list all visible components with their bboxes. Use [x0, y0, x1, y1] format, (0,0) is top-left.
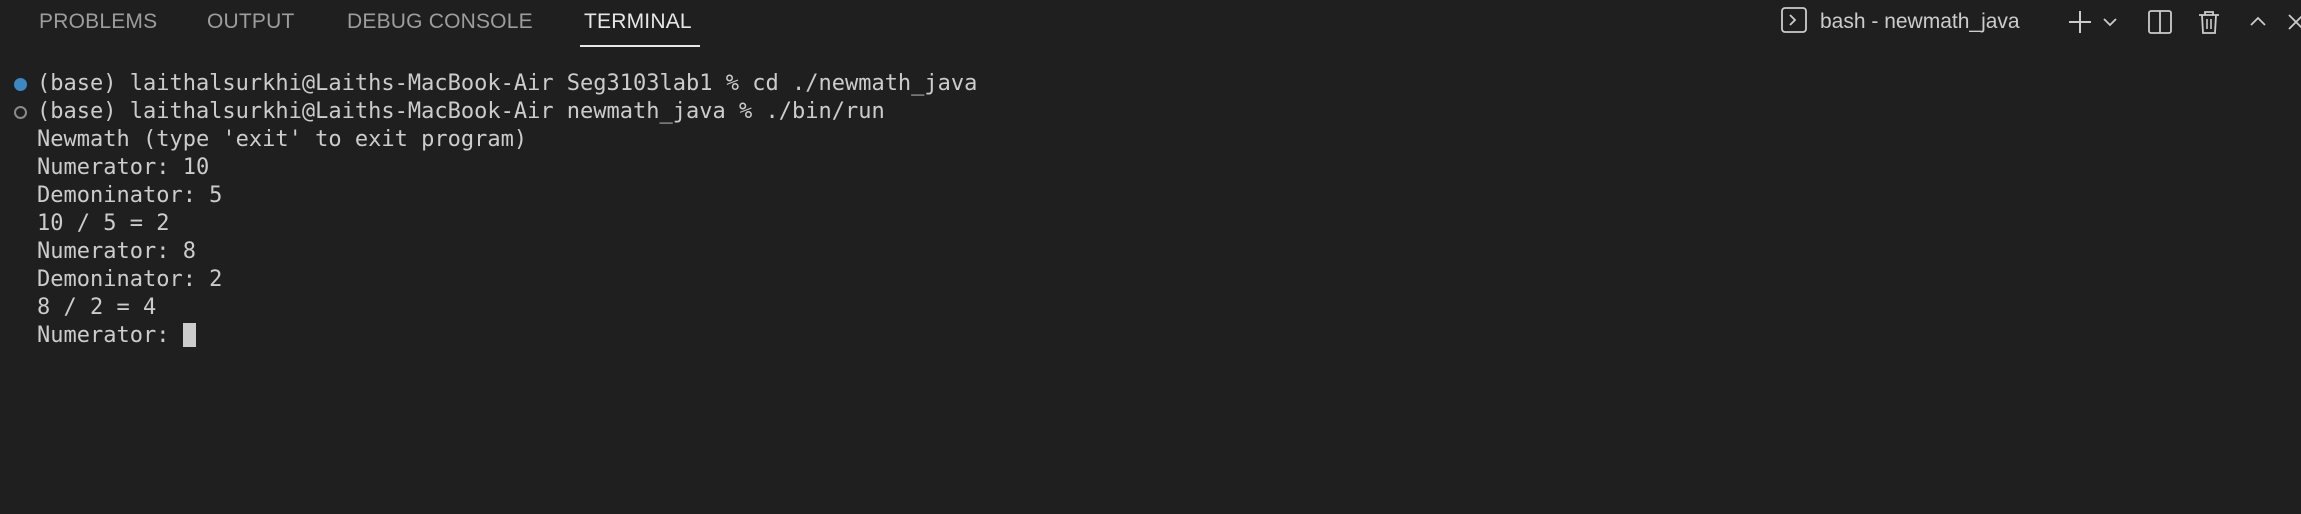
chevron-up-icon — [2246, 10, 2270, 34]
terminal-line: (base) laithalsurkhi@Laiths-MacBook-Air … — [37, 99, 885, 124]
terminal-line: Newmath (type 'exit' to exit program) — [37, 127, 528, 152]
terminal-line: Numerator: 10 — [37, 155, 210, 180]
plus-icon — [2066, 8, 2094, 36]
new-terminal-button[interactable] — [2064, 6, 2096, 38]
terminal-line: 10 / 5 = 2 — [37, 211, 170, 236]
tab-terminal[interactable]: TERMINAL — [584, 10, 692, 34]
close-icon — [2284, 10, 2301, 34]
split-terminal-icon — [2146, 8, 2174, 36]
maximize-panel-button[interactable] — [2242, 6, 2274, 38]
tab-debug-console[interactable]: DEBUG CONSOLE — [347, 10, 533, 34]
terminal-shell-selector[interactable]: bash - newmath_java — [1780, 6, 2020, 38]
terminal-line: Demoninator: 5 — [37, 183, 223, 208]
trash-icon — [2195, 8, 2223, 36]
close-panel-button[interactable] — [2284, 6, 2301, 38]
shell-name-label: bash - newmath_java — [1820, 10, 2020, 33]
kill-terminal-button[interactable] — [2193, 6, 2225, 38]
command-success-marker[interactable] — [14, 78, 27, 91]
tab-output[interactable]: OUTPUT — [207, 10, 295, 34]
terminal-line: (base) laithalsurkhi@Laiths-MacBook-Air … — [37, 71, 978, 96]
command-running-marker[interactable] — [14, 106, 27, 119]
split-terminal-button[interactable] — [2144, 6, 2176, 38]
terminal-dropdown-button[interactable] — [2098, 6, 2122, 38]
terminal-prompt-text: Numerator: — [37, 323, 183, 348]
terminal-line: Demoninator: 2 — [37, 267, 223, 292]
terminal-output[interactable]: (base) laithalsurkhi@Laiths-MacBook-Air … — [0, 70, 2301, 510]
chevron-down-icon — [2101, 13, 2119, 31]
panel-tab-bar: PROBLEMS OUTPUT DEBUG CONSOLE TERMINAL b… — [0, 0, 2301, 48]
tab-problems[interactable]: PROBLEMS — [39, 10, 157, 34]
terminal-line: Numerator: 8 — [37, 239, 196, 264]
terminal-icon — [1780, 6, 1808, 39]
terminal-prompt-line: Numerator: — [37, 322, 196, 350]
terminal-line: 8 / 2 = 4 — [37, 295, 157, 320]
active-tab-indicator — [580, 45, 700, 47]
text-cursor — [182, 323, 196, 347]
